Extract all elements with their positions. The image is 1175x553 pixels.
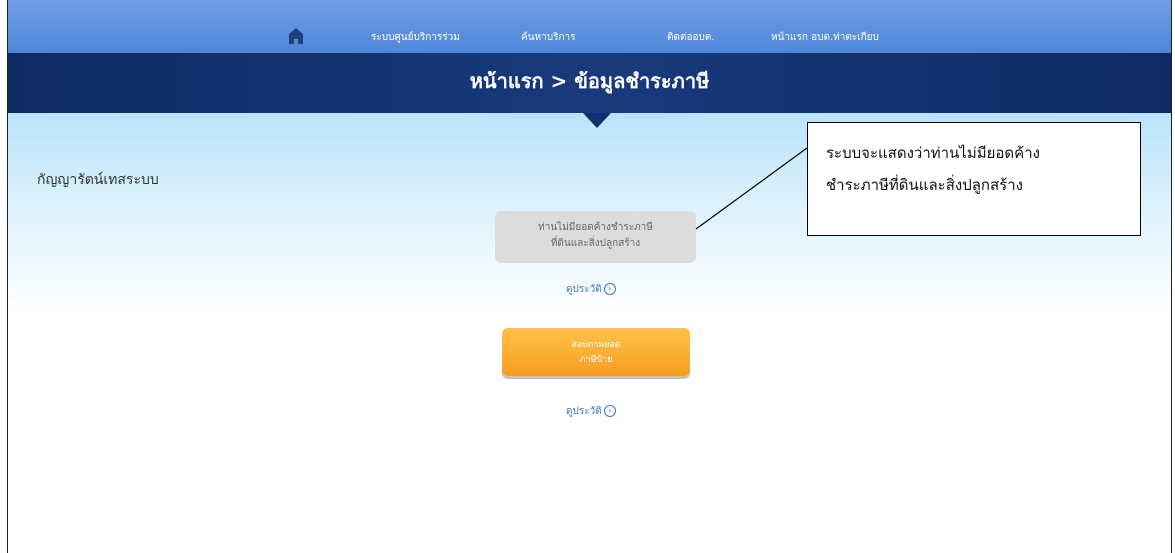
callout-line-2: ชำระภาษีที่ดินและสิ่งปลูกสร้าง — [826, 176, 1023, 194]
callout-leader-line — [695, 147, 808, 230]
page-frame: ระบบศูนย์บริการร่วม ค้นหาบริการ ติดต่ออบ… — [7, 0, 1172, 553]
annotation-callout: ระบบจะแสดงว่าท่านไม่มียอดค้าง ชำระภาษีที… — [807, 122, 1141, 236]
callout-line-1: ระบบจะแสดงว่าท่านไม่มียอดค้าง — [826, 144, 1040, 162]
